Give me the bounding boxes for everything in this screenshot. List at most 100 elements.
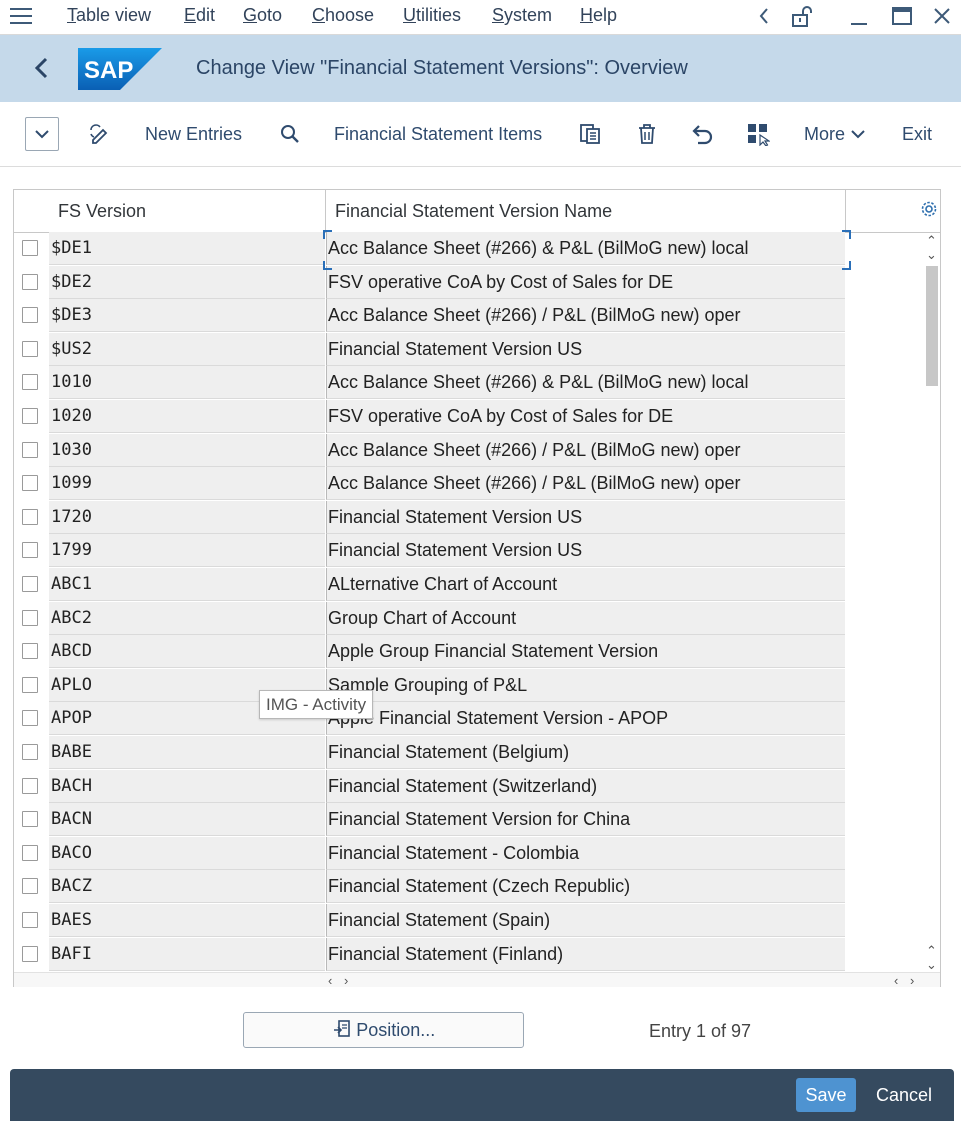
cell-fsv-name[interactable]: Financial Statement Version for China	[326, 803, 845, 836]
cell-fs-version[interactable]: 1010	[49, 366, 325, 399]
cancel-button[interactable]: Cancel	[876, 1085, 932, 1106]
cell-fsv-name[interactable]: ALternative Chart of Account	[326, 568, 845, 601]
cell-fs-version[interactable]: $DE1	[49, 232, 325, 265]
menu-system[interactable]: System	[492, 5, 552, 26]
cell-fsv-name[interactable]: Sample Grouping of P&L	[326, 669, 845, 702]
row-select-checkbox[interactable]	[22, 845, 38, 861]
position-button[interactable]: Position...	[243, 1012, 524, 1048]
row-select-checkbox[interactable]	[22, 912, 38, 928]
cell-fsv-name[interactable]: Apple Group Financial Statement Version	[326, 635, 845, 668]
column-header-fsv-name[interactable]: Financial Statement Version Name	[335, 201, 612, 222]
row-select-checkbox[interactable]	[22, 542, 38, 558]
vertical-scrollbar[interactable]: ⌃ ⌄ ⌃ ⌄	[924, 232, 940, 972]
select-layout-icon[interactable]	[746, 122, 771, 147]
cell-fs-version[interactable]: 1720	[49, 501, 325, 534]
cell-fs-version[interactable]: BACN	[49, 803, 325, 836]
hamburger-menu-icon[interactable]	[10, 6, 34, 26]
toolbar-dropdown-button[interactable]	[25, 117, 59, 151]
scrollbar-thumb[interactable]	[926, 266, 938, 386]
row-select-checkbox[interactable]	[22, 778, 38, 794]
cell-fsv-name[interactable]: Acc Balance Sheet (#266) & P&L (BilMoG n…	[326, 366, 845, 399]
financial-statement-items-button[interactable]: Financial Statement Items	[334, 124, 542, 145]
cell-fsv-name[interactable]: Financial Statement Version US	[326, 333, 845, 366]
row-select-checkbox[interactable]	[22, 509, 38, 525]
scroll-left-icon[interactable]: ‹	[894, 974, 898, 987]
table-row[interactable]: 1720 Financial Statement Version US	[14, 501, 846, 534]
scroll-right-icon[interactable]: ›	[910, 974, 914, 987]
cell-fs-version[interactable]: $DE2	[49, 266, 325, 299]
table-row[interactable]: $DE2 FSV operative CoA by Cost of Sales f…	[14, 266, 846, 299]
row-select-checkbox[interactable]	[22, 946, 38, 962]
chevron-left-icon[interactable]	[752, 4, 778, 28]
table-row[interactable]: BAES Financial Statement (Spain)	[14, 904, 846, 937]
table-row[interactable]: BACZ Financial Statement (Czech Republic)	[14, 870, 846, 903]
cell-fs-version[interactable]: ABCD	[49, 635, 325, 668]
row-select-checkbox[interactable]	[22, 811, 38, 827]
save-button[interactable]: Save	[796, 1078, 856, 1112]
row-select-checkbox[interactable]	[22, 240, 38, 256]
table-row[interactable]: BACO Financial Statement - Colombia	[14, 837, 846, 870]
cell-fsv-name[interactable]: Apple Financial Statement Version - APOP	[326, 702, 845, 735]
menu-help[interactable]: Help	[580, 5, 617, 26]
undo-icon[interactable]	[691, 122, 715, 146]
cell-fs-version[interactable]: BABE	[49, 736, 325, 769]
row-select-checkbox[interactable]	[22, 341, 38, 357]
table-row[interactable]: $DE3 Acc Balance Sheet (#266) / P&L (BilM…	[14, 299, 846, 332]
row-select-checkbox[interactable]	[22, 307, 38, 323]
row-select-checkbox[interactable]	[22, 878, 38, 894]
scroll-up-icon[interactable]: ⌃	[926, 944, 937, 957]
column-divider[interactable]	[325, 190, 326, 232]
menu-goto[interactable]: Goto	[243, 5, 282, 26]
copy-as-icon[interactable]	[578, 122, 602, 146]
row-select-checkbox[interactable]	[22, 374, 38, 390]
cell-fsv-name[interactable]: Acc Balance Sheet (#266) / P&L (BilMoG n…	[326, 299, 845, 332]
menu-choose[interactable]: Choose	[312, 5, 374, 26]
cell-fs-version[interactable]: $DE3	[49, 299, 325, 332]
cell-fsv-name[interactable]: Acc Balance Sheet (#266) & P&L (BilMoG n…	[326, 232, 845, 265]
table-row[interactable]: BAFI Financial Statement (Finland)	[14, 938, 846, 971]
table-row[interactable]: BACN Financial Statement Version for Chin…	[14, 803, 846, 836]
exit-button[interactable]: Exit	[902, 124, 932, 145]
cell-fsv-name[interactable]: Financial Statement Version US	[326, 534, 845, 567]
row-select-checkbox[interactable]	[22, 744, 38, 760]
row-select-checkbox[interactable]	[22, 576, 38, 592]
cell-fsv-name[interactable]: Group Chart of Account	[326, 602, 845, 635]
cell-fs-version[interactable]: 1799	[49, 534, 325, 567]
cell-fsv-name[interactable]: Financial Statement - Colombia	[326, 837, 845, 870]
table-settings-icon[interactable]	[920, 200, 938, 218]
table-row[interactable]: APOP Apple Financial Statement Version - …	[14, 702, 846, 735]
display-change-icon[interactable]	[88, 122, 112, 146]
minimize-icon[interactable]	[846, 4, 872, 28]
cell-fsv-name[interactable]: Financial Statement (Finland)	[326, 938, 845, 971]
table-row[interactable]: ABCD Apple Group Financial Statement Vers…	[14, 635, 846, 668]
cell-fs-version[interactable]: BACH	[49, 770, 325, 803]
table-row[interactable]: ABC1 ALternative Chart of Account	[14, 568, 846, 601]
cell-fs-version[interactable]: 1099	[49, 467, 325, 500]
table-row[interactable]: $DE1 Acc Balance Sheet (#266) & P&L (BilM…	[14, 232, 846, 265]
lock-open-icon[interactable]	[789, 4, 815, 28]
table-row[interactable]: 1030 Acc Balance Sheet (#266) / P&L (BilM…	[14, 434, 846, 467]
cell-fs-version[interactable]: 1020	[49, 400, 325, 433]
table-row[interactable]: $US2 Financial Statement Version US	[14, 333, 846, 366]
cell-fsv-name[interactable]: Acc Balance Sheet (#266) / P&L (BilMoG n…	[326, 434, 845, 467]
cell-fsv-name[interactable]: Financial Statement (Switzerland)	[326, 770, 845, 803]
delete-icon[interactable]	[635, 122, 659, 146]
scroll-down-icon[interactable]: ⌄	[926, 958, 937, 971]
cell-fs-version[interactable]: BAFI	[49, 938, 325, 971]
close-icon[interactable]	[929, 4, 955, 28]
row-select-checkbox[interactable]	[22, 643, 38, 659]
row-select-checkbox[interactable]	[22, 610, 38, 626]
scroll-right-icon[interactable]: ›	[344, 974, 348, 987]
cell-fs-version[interactable]: ABC1	[49, 568, 325, 601]
cell-fs-version[interactable]: BACO	[49, 837, 325, 870]
table-row[interactable]: APLO Sample Grouping of P&L	[14, 669, 846, 702]
scroll-down-icon[interactable]: ⌄	[926, 248, 937, 261]
cell-fs-version[interactable]: BACZ	[49, 870, 325, 903]
table-row[interactable]: 1799 Financial Statement Version US	[14, 534, 846, 567]
horizontal-scrollbar[interactable]: ‹ › ‹ ›	[14, 972, 940, 987]
cell-fs-version[interactable]: BAES	[49, 904, 325, 937]
cell-fsv-name[interactable]: Financial Statement Version US	[326, 501, 845, 534]
more-button[interactable]: More	[804, 124, 866, 145]
cell-fsv-name[interactable]: Financial Statement (Belgium)	[326, 736, 845, 769]
row-select-checkbox[interactable]	[22, 274, 38, 290]
